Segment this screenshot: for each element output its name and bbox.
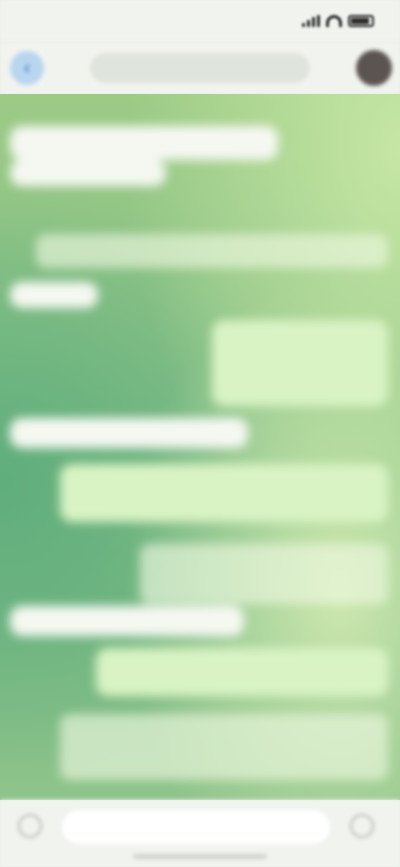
message-bubble[interactable]	[36, 234, 388, 268]
microphone-icon[interactable]	[350, 814, 374, 838]
message-bubble[interactable]	[10, 160, 166, 186]
message-bubble[interactable]	[10, 418, 248, 448]
chat-title[interactable]	[90, 53, 310, 83]
message-bubble[interactable]	[10, 606, 244, 636]
message-bubble[interactable]	[140, 544, 388, 604]
message-bubble[interactable]	[60, 714, 388, 780]
home-indicator	[133, 854, 267, 859]
message-bubble[interactable]	[212, 320, 388, 406]
paperclip-icon[interactable]	[18, 814, 42, 838]
message-bubble[interactable]	[10, 126, 278, 160]
message-bubble[interactable]	[10, 282, 98, 308]
message-bubble[interactable]	[60, 464, 388, 522]
message-list-content	[0, 94, 400, 800]
message-bubble[interactable]	[96, 648, 388, 696]
message-input[interactable]	[62, 810, 330, 844]
chevron-left-icon: ‹	[23, 56, 31, 79]
status-bar	[0, 0, 400, 42]
chat-header: ‹	[0, 42, 400, 94]
status-icons	[302, 15, 374, 27]
signal-icon	[302, 15, 320, 27]
composer	[0, 800, 400, 867]
avatar[interactable]	[356, 50, 392, 86]
back-button[interactable]: ‹	[10, 51, 44, 85]
wifi-icon	[326, 15, 342, 27]
message-list[interactable]	[0, 94, 400, 800]
chat-screen: ‹	[0, 0, 400, 867]
battery-icon	[348, 15, 374, 27]
